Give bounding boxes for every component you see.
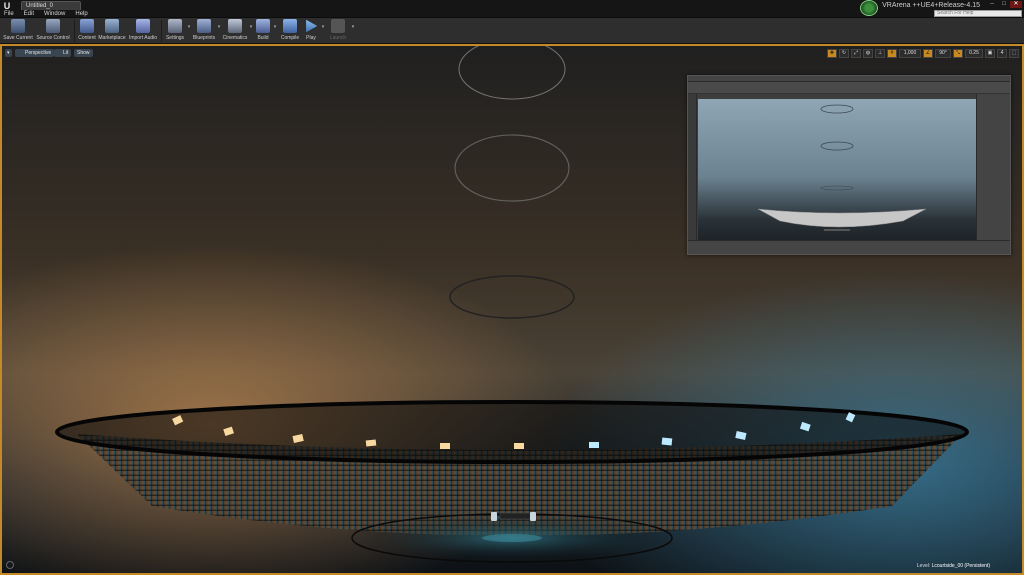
player-figure	[530, 512, 536, 521]
play-button[interactable]: Play	[302, 18, 320, 44]
menu-help[interactable]: Help	[70, 10, 92, 18]
ceiling-ring	[449, 275, 575, 319]
minimize-button[interactable]: –	[986, 1, 998, 8]
inset-floor	[824, 229, 850, 231]
compile-button[interactable]: Compile	[278, 18, 302, 44]
project-title: VRArena ++UE4+Release-4.15	[882, 1, 980, 9]
maximize-button[interactable]: □	[998, 1, 1010, 8]
viewport-frame: ▾ Perspective Lit Show ✥ ↻ ⤢ ◍ ⊥ # 1,000…	[0, 44, 1024, 575]
lit-mode-button[interactable]: Lit	[54, 49, 72, 57]
gear-icon	[168, 19, 182, 33]
inset-ring	[820, 185, 854, 191]
surface-snap-icon[interactable]: ⊥	[875, 49, 885, 58]
toolbar-separator	[161, 20, 162, 42]
level-tab[interactable]: Untitled_0	[21, 1, 81, 10]
camera-speed-value[interactable]: 4	[997, 49, 1007, 58]
player-figure	[491, 512, 497, 521]
inset-shelf	[688, 82, 1010, 94]
rim-light	[589, 442, 599, 448]
menu-bar: File Edit Window Help	[0, 10, 93, 18]
camera-speed-icon[interactable]: ▣	[985, 49, 995, 58]
maximize-viewport-icon[interactable]: ⬚	[1009, 49, 1019, 58]
inset-ring	[820, 104, 854, 114]
level-label: Level:	[916, 563, 931, 569]
title-bar: U Untitled_0 File Edit Window Help VRAre…	[0, 0, 1024, 18]
launch-button[interactable]: Launch	[326, 18, 350, 44]
inset-channel-box	[976, 94, 1010, 242]
project-area: VRArena ++UE4+Release-4.15	[860, 0, 980, 16]
level-name: Lcourtside_00 (Persistent)	[931, 563, 990, 569]
clapperboard-icon	[228, 19, 242, 33]
blueprints-button[interactable]: Blueprints	[192, 18, 216, 44]
viewport-options-button[interactable]: ▾	[5, 49, 12, 57]
main-toolbar: Save Current Source Control Content Mark…	[0, 18, 1024, 44]
inset-arena-model	[757, 208, 927, 228]
menu-file[interactable]: File	[0, 10, 19, 18]
viewport-transform-tools: ✥ ↻ ⤢ ◍ ⊥ # 1,000 ∠ 90° ⤡ 0.25 ▣ 4 ⬚	[825, 49, 1019, 58]
inset-ring	[820, 141, 854, 151]
grid-snap-value[interactable]: 1,000	[899, 49, 921, 58]
arena-rim	[55, 400, 969, 464]
launch-dropdown-icon[interactable]: ▾	[350, 24, 356, 30]
inset-scene	[757, 104, 927, 231]
import-audio-button[interactable]: Import Audio	[127, 18, 159, 44]
inset-toolbox	[688, 94, 697, 242]
floor-center	[482, 534, 542, 542]
compile-icon	[283, 19, 297, 33]
rotate-tool-icon[interactable]: ↻	[839, 49, 849, 58]
ceiling-ring	[458, 46, 566, 100]
perspective-button[interactable]: Perspective	[15, 49, 55, 57]
current-level-indicator: Level: Lcourtside_00 (Persistent)	[917, 563, 990, 569]
help-search-input[interactable]: Search For Help	[934, 10, 1022, 17]
content-browser-icon	[80, 19, 94, 33]
world-local-icon[interactable]: ◍	[863, 49, 873, 58]
scale-tool-icon[interactable]: ⤢	[851, 49, 861, 58]
inset-app-screenshot	[687, 75, 1011, 255]
toolbar-separator	[74, 20, 75, 42]
marketplace-button[interactable]: Marketplace	[97, 18, 127, 44]
stage-table	[499, 512, 533, 520]
save-icon	[11, 19, 25, 33]
save-current-button[interactable]: Save Current	[2, 18, 34, 44]
source-control-icon	[46, 19, 60, 33]
project-badge-icon	[860, 0, 879, 16]
marketplace-icon	[105, 19, 119, 33]
blueprints-icon	[197, 19, 211, 33]
rim-light	[440, 443, 450, 449]
rim-light	[514, 443, 524, 449]
menu-edit[interactable]: Edit	[19, 10, 39, 18]
rotation-snap-value[interactable]: 90°	[935, 49, 951, 58]
ceiling-ring	[454, 134, 570, 202]
window-controls: – □ ✕	[986, 1, 1022, 8]
menu-window[interactable]: Window	[39, 10, 70, 18]
scale-snap-value[interactable]: 0.25	[965, 49, 983, 58]
build-button[interactable]: Build	[254, 18, 272, 44]
rim-light	[661, 437, 673, 446]
source-control-button[interactable]: Source Control	[34, 18, 72, 44]
grid-snap-icon[interactable]: #	[887, 49, 897, 58]
rotation-snap-icon[interactable]: ∠	[923, 49, 933, 58]
cinematics-button[interactable]: Cinematics	[222, 18, 248, 44]
axis-gizmo-icon	[6, 561, 14, 569]
inset-viewport	[698, 99, 976, 241]
settings-button[interactable]: Settings	[164, 18, 186, 44]
level-viewport[interactable]: ▾ Perspective Lit Show ✥ ↻ ⤢ ◍ ⊥ # 1,000…	[2, 46, 1022, 573]
scale-snap-icon[interactable]: ⤡	[953, 49, 963, 58]
close-button[interactable]: ✕	[1010, 1, 1022, 8]
inset-timeline	[688, 240, 1010, 254]
content-button[interactable]: Content	[77, 18, 97, 44]
launch-icon	[331, 19, 345, 33]
import-audio-icon	[136, 19, 150, 33]
translate-tool-icon[interactable]: ✥	[827, 49, 837, 58]
show-button[interactable]: Show	[74, 49, 93, 57]
rim-light	[365, 439, 377, 447]
build-icon	[256, 19, 270, 33]
play-icon	[306, 19, 318, 33]
